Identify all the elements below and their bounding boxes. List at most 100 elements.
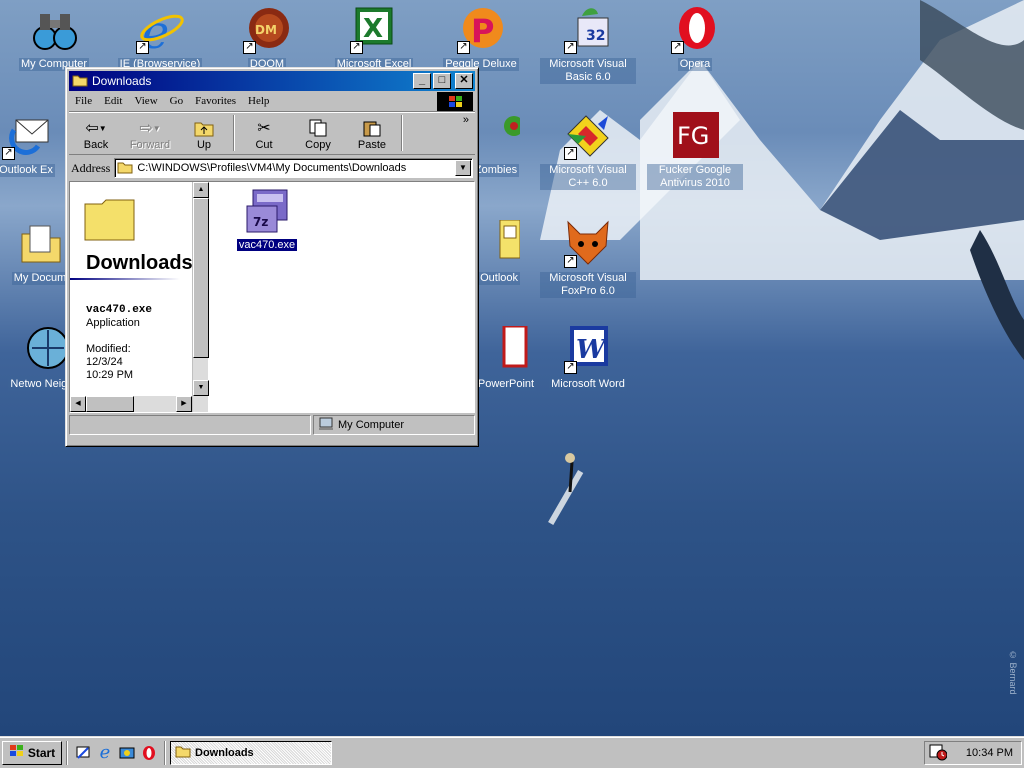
svg-text:W: W <box>576 335 608 365</box>
shortcut-arrow-icon: ↗ <box>564 41 577 54</box>
menu-edit[interactable]: Edit <box>98 95 128 107</box>
chevron-down-icon[interactable]: ▼ <box>153 124 161 133</box>
windows-flag-icon <box>9 744 25 761</box>
file-item[interactable]: 7z vac470.exe <box>232 188 302 252</box>
folder-heading: Downloads <box>86 252 192 274</box>
scroll-up-icon[interactable]: ▲ <box>193 182 209 198</box>
menu-favorites[interactable]: Favorites <box>189 95 242 107</box>
minimize-button[interactable]: _ <box>413 73 431 89</box>
status-location: My Computer <box>338 419 405 431</box>
shortcut-arrow-icon: ↗ <box>564 255 577 268</box>
forward-arrow-icon: ⇨ <box>139 120 153 137</box>
address-label: Address <box>71 160 111 175</box>
status-text <box>69 415 311 435</box>
folder-content: Downloads vac470.exe Application Modifie… <box>69 181 475 413</box>
desktop-icon-my-computer[interactable]: My Computer <box>6 6 102 71</box>
up-button[interactable]: Up <box>177 117 231 151</box>
start-button[interactable]: Start <box>2 740 62 765</box>
shortcut-arrow-icon: ↗ <box>671 41 684 54</box>
menu-help[interactable]: Help <box>242 95 275 107</box>
menu-view[interactable]: View <box>128 95 163 107</box>
desktop-icon-label: Opera <box>677 58 713 71</box>
scroll-thumb[interactable] <box>193 198 209 358</box>
desktop-icon-label: t Outlook <box>471 272 521 285</box>
shortcut-arrow-icon: ↗ <box>350 41 363 54</box>
desktop-icon-visual-basic[interactable]: 32 ↗ Microsoft Visual Basic 6.0 <box>540 6 636 84</box>
svg-text:7z: 7z <box>253 215 268 229</box>
clock[interactable]: 10:34 PM <box>966 747 1013 759</box>
copy-button[interactable]: Copy <box>291 117 345 151</box>
scroll-left-icon[interactable]: ◀ <box>70 396 86 412</box>
desktop-icon-label: Microsoft Word <box>549 378 627 391</box>
internet-explorer-icon[interactable]: e <box>94 742 116 764</box>
file-name: vac470.exe <box>235 238 299 252</box>
desktop-icon-peggle[interactable]: P ↗ Peggle Deluxe <box>433 6 529 71</box>
back-button[interactable]: ⇦ ▼ Back <box>69 117 123 151</box>
channels-icon[interactable] <box>116 742 138 764</box>
binoculars-icon <box>30 6 78 54</box>
folder-icon <box>175 744 191 761</box>
desktop-icon-word[interactable]: W ↗ Microsoft Word <box>540 326 636 391</box>
taskbar: Start e Downloads 10:34 PM <box>0 736 1024 768</box>
opera-icon[interactable] <box>138 742 160 764</box>
powerpoint-icon <box>482 324 530 374</box>
scroll-down-icon[interactable]: ▼ <box>193 380 209 396</box>
scheduler-icon[interactable] <box>929 743 948 764</box>
menu-file[interactable]: File <box>69 95 98 107</box>
back-label: Back <box>83 139 109 151</box>
vertical-scrollbar[interactable]: ▲ ▼ <box>192 182 209 412</box>
desktop-icon-ie[interactable]: e ↗ IE (Browservice) <box>112 5 208 71</box>
chevron-more-icon[interactable]: » <box>463 114 469 126</box>
web-view-pane: Downloads vac470.exe Application Modifie… <box>70 182 192 412</box>
heading-rule <box>70 278 180 280</box>
desktop-icon-fg-antivirus[interactable]: FG Fucker Google Antivirus 2010 <box>647 112 743 190</box>
windows-logo-icon <box>437 92 473 112</box>
internet-explorer-icon: e ↗ <box>136 5 184 59</box>
chevron-down-icon[interactable]: ▼ <box>99 124 107 133</box>
shortcut-arrow-icon: ↗ <box>564 361 577 374</box>
desktop-icon-opera[interactable]: ↗ Opera <box>647 6 743 71</box>
desktop-icon-label: Microsoft Visual Basic 6.0 <box>540 58 636 84</box>
maximize-button[interactable]: □ <box>433 73 451 89</box>
forward-button[interactable]: ⇨ ▼ Forward <box>123 117 177 151</box>
explorer-window[interactable]: Downloads _ □ ✕ File Edit View Go Favori… <box>65 67 479 447</box>
scroll-right-icon[interactable]: ▶ <box>176 396 192 412</box>
desktop-icon-visual-cpp[interactable]: ↗ Microsoft Visual C++ 6.0 <box>540 112 636 190</box>
status-bar: My Computer <box>69 415 475 437</box>
cut-button[interactable]: ✂ Cut <box>237 117 291 151</box>
excel-icon: X ↗ <box>350 6 398 54</box>
scroll-thumb[interactable] <box>86 396 134 412</box>
window-titlebar[interactable]: Downloads _ □ ✕ <box>69 71 475 91</box>
show-desktop-icon[interactable] <box>72 742 94 764</box>
word-icon: W ↗ <box>564 326 612 374</box>
folder-icon <box>72 73 88 90</box>
desktop-icon-label: Microsoft Visual C++ 6.0 <box>540 164 636 190</box>
selected-file-name: vac470.exe <box>86 304 153 316</box>
foxpro-icon: ↗ <box>564 220 612 268</box>
up-folder-icon <box>177 117 231 139</box>
paste-label: Paste <box>357 139 387 151</box>
7zip-sfx-icon: 7z <box>246 189 288 233</box>
up-label: Up <box>196 139 212 151</box>
menu-go[interactable]: Go <box>164 95 189 107</box>
pvz-icon <box>472 112 524 160</box>
shortcut-arrow-icon: ↗ <box>2 147 15 160</box>
fg-antivirus-icon: FG <box>671 112 719 160</box>
taskbar-button-downloads[interactable]: Downloads <box>170 740 332 765</box>
file-list[interactable]: 7z vac470.exe <box>208 182 474 412</box>
modified-time: 10:29 PM <box>86 369 134 381</box>
horizontal-scrollbar[interactable]: ◀ ▶ <box>70 396 192 412</box>
desktop-icon-doom[interactable]: DM ↗ DOOM <box>219 6 315 71</box>
paste-button[interactable]: Paste <box>345 117 399 151</box>
folder-icon <box>117 160 133 177</box>
desktop-icon-foxpro[interactable]: ↗ Microsoft Visual FoxPro 6.0 <box>540 220 636 298</box>
desktop-icon-label: PowerPoint <box>475 378 537 391</box>
svg-text:X: X <box>363 14 383 44</box>
address-dropdown-button[interactable]: ▼ <box>455 160 471 176</box>
desktop-icon-outlook-express[interactable]: ↗ Outlook Ex <box>0 112 74 177</box>
desktop-icon-excel[interactable]: X ↗ Microsoft Excel <box>326 6 422 71</box>
peggle-icon: P ↗ <box>457 6 505 54</box>
close-button[interactable]: ✕ <box>455 73 473 89</box>
address-field[interactable]: C:\WINDOWS\Profiles\VM4\My Documents\Dow… <box>114 158 473 178</box>
modified-label: Modified: <box>86 343 131 355</box>
